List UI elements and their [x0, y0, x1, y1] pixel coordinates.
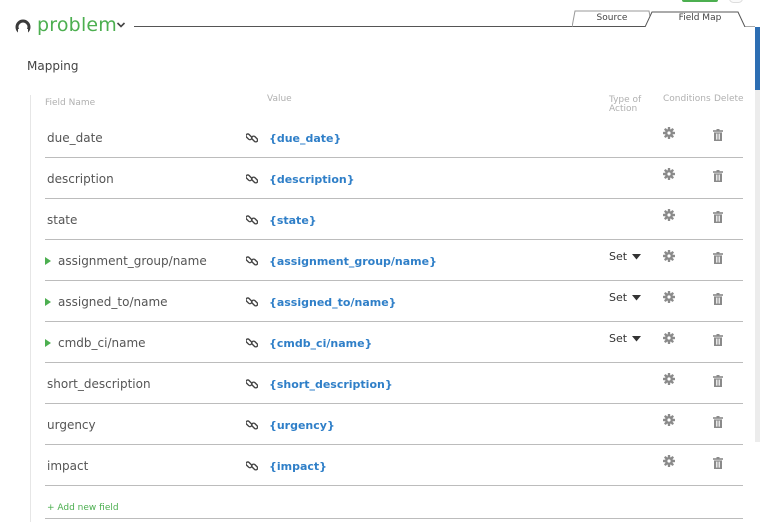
field-value[interactable]: {description} — [269, 173, 355, 186]
gear-icon[interactable] — [663, 455, 675, 467]
gear-icon[interactable] — [663, 332, 675, 344]
caret-down-icon[interactable] — [632, 254, 641, 260]
link-icon[interactable] — [246, 460, 258, 472]
status-pill — [682, 0, 718, 2]
action-type-select[interactable]: Set — [609, 291, 627, 304]
field-name: short_description — [47, 377, 151, 391]
link-icon[interactable] — [246, 419, 258, 431]
field-name: urgency — [47, 418, 96, 432]
action-type-select[interactable]: Set — [609, 250, 627, 263]
add-new-field-button[interactable]: + Add new field — [47, 503, 119, 513]
link-icon[interactable] — [246, 296, 258, 308]
tab-source-label: Source — [596, 13, 628, 23]
link-icon[interactable] — [246, 214, 258, 226]
link-icon[interactable] — [246, 255, 258, 267]
trash-icon[interactable] — [713, 129, 723, 141]
table-row: description {description} — [45, 158, 743, 199]
field-name: due_date — [47, 131, 103, 145]
field-value[interactable]: {due_date} — [269, 132, 341, 145]
table-row: impact {impact} — [45, 445, 743, 486]
caret-right-icon[interactable] — [45, 298, 51, 306]
trash-icon[interactable] — [713, 416, 723, 428]
tab-field-map[interactable]: Field Map — [645, 10, 755, 27]
column-header-value: Value — [267, 94, 292, 104]
field-value[interactable]: {short_description} — [269, 378, 393, 391]
field-name: assignment_group/name — [58, 254, 207, 268]
field-name: cmdb_ci/name — [58, 336, 146, 350]
table-row: state {state} — [45, 199, 743, 240]
field-name: assigned_to/name — [58, 295, 168, 309]
caret-down-icon[interactable] — [632, 295, 641, 301]
column-header-conditions: Conditions — [663, 94, 711, 104]
trash-icon[interactable] — [713, 211, 723, 223]
table-row: assignment_group/name {assignment_group/n… — [45, 240, 743, 281]
caret-right-icon[interactable] — [45, 339, 51, 347]
field-value[interactable]: {urgency} — [269, 419, 335, 432]
field-name: state — [47, 213, 78, 227]
trash-icon[interactable] — [713, 334, 723, 346]
gear-icon[interactable] — [663, 414, 675, 426]
field-value[interactable]: {state} — [269, 214, 317, 227]
link-icon[interactable] — [246, 337, 258, 349]
action-type-select[interactable]: Set — [609, 332, 627, 345]
tab-source[interactable]: Source — [572, 10, 652, 27]
column-header-type-of-action: Type of Action — [609, 95, 642, 114]
section-divider — [30, 95, 31, 522]
field-value[interactable]: {cmdb_ci/name} — [269, 337, 372, 350]
link-icon[interactable] — [246, 378, 258, 390]
field-name: description — [47, 172, 114, 186]
field-name: impact — [47, 459, 89, 473]
caret-down-icon[interactable] — [632, 336, 641, 342]
table-row: short_description {short_description} — [45, 363, 743, 404]
scrollbar-thumb[interactable] — [755, 27, 760, 90]
link-icon[interactable] — [246, 173, 258, 185]
toggle-knob[interactable] — [729, 0, 743, 3]
gear-icon[interactable] — [663, 209, 675, 221]
gear-icon[interactable] — [663, 250, 675, 262]
trash-icon[interactable] — [713, 375, 723, 387]
section-title: Mapping — [27, 59, 79, 73]
circle-logo-icon — [15, 19, 31, 35]
trash-icon[interactable] — [713, 457, 723, 469]
gear-icon[interactable] — [663, 291, 675, 303]
table-row: assigned_to/name {assigned_to/name} Set — [45, 281, 743, 322]
gear-icon[interactable] — [663, 373, 675, 385]
tab-field-map-label: Field Map — [678, 13, 722, 23]
table-row: urgency {urgency} — [45, 404, 743, 445]
column-header-delete: Delete — [714, 94, 744, 104]
trash-icon[interactable] — [713, 252, 723, 264]
trash-icon[interactable] — [713, 170, 723, 182]
gear-icon[interactable] — [663, 168, 675, 180]
page-title[interactable]: problem — [37, 14, 117, 36]
gear-icon[interactable] — [663, 127, 675, 139]
field-value[interactable]: {impact} — [269, 460, 327, 473]
column-header-field-name: Field Name — [45, 98, 96, 108]
header: problem Source Field Map — [0, 0, 760, 50]
field-value[interactable]: {assigned_to/name} — [269, 296, 397, 309]
chevron-down-icon[interactable] — [116, 20, 126, 30]
table-row: due_date {due_date} — [45, 117, 743, 158]
table-bottom-divider — [45, 518, 743, 519]
trash-icon[interactable] — [713, 293, 723, 305]
caret-right-icon[interactable] — [45, 257, 51, 265]
link-icon[interactable] — [246, 132, 258, 144]
table-row: cmdb_ci/name {cmdb_ci/name} Set — [45, 322, 743, 363]
field-value[interactable]: {assignment_group/name} — [269, 255, 437, 268]
